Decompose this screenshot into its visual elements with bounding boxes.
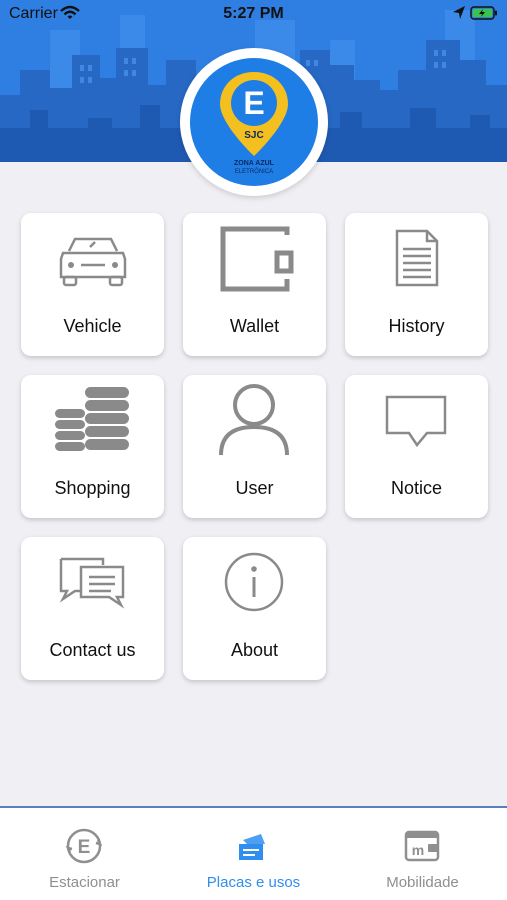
document-icon	[395, 229, 439, 287]
coins-icon	[55, 387, 129, 451]
menu-tile-shopping[interactable]: Shopping	[21, 375, 164, 518]
menu-label-vehicle: Vehicle	[63, 316, 122, 336]
wallet-icon	[220, 226, 294, 292]
logo-city: SJC	[244, 130, 263, 141]
menu-label-user: User	[235, 478, 274, 498]
menu-tile-history[interactable]: History	[345, 213, 488, 356]
menu-label-wallet: Wallet	[229, 316, 280, 336]
status-time: 5:27 PM	[223, 5, 284, 22]
menu-tile-user[interactable]: User	[183, 375, 326, 518]
tab-placas-e-usos[interactable]: Placas e usos	[169, 808, 338, 900]
logo-letter: E	[243, 85, 264, 121]
logo-line2: ELETRÔNICA	[235, 168, 273, 175]
app-logo: E SJC ZONA AZUL ELETRÔNICA	[180, 48, 328, 196]
bottom-tab-bar: E Estacionar Placas e usos m Mobilidade	[0, 806, 507, 900]
location-arrow-icon	[453, 6, 465, 19]
user-icon	[219, 384, 289, 456]
menu-tile-contact-us[interactable]: Contact us	[21, 537, 164, 680]
tab-label-estacionar: Estacionar	[49, 874, 120, 891]
tab-mobilidade[interactable]: m Mobilidade	[338, 808, 507, 900]
menu-label-history: History	[388, 316, 445, 336]
car-icon	[59, 237, 127, 287]
info-icon	[224, 552, 284, 612]
tab-label-placas-e-usos: Placas e usos	[206, 874, 301, 891]
speech-bubble-icon	[385, 395, 447, 448]
tickets-icon	[239, 834, 265, 860]
tab-estacionar[interactable]: E Estacionar	[0, 808, 169, 900]
tab-label-mobilidade: Mobilidade	[386, 874, 459, 891]
menu-label-shopping: Shopping	[54, 478, 131, 498]
battery-icon	[470, 6, 497, 20]
parking-e-icon: E	[65, 828, 103, 864]
logo-line1: ZONA AZUL	[234, 160, 275, 167]
menu-label-contact-us: Contact us	[49, 640, 136, 660]
status-bar: Carrier 5:27 PM	[0, 0, 507, 28]
menu-tile-vehicle[interactable]: Vehicle	[21, 213, 164, 356]
map-pin-icon: E SJC ZONA AZUL ELETRÔNICA	[220, 72, 288, 175]
menu-label-notice: Notice	[390, 478, 443, 498]
menu-tile-about[interactable]: About	[183, 537, 326, 680]
menu-tile-notice[interactable]: Notice	[345, 375, 488, 518]
menu-label-about: About	[230, 640, 279, 660]
mobility-card-icon: m	[404, 830, 440, 862]
chat-bubbles-icon	[59, 557, 125, 609]
logo-badge: E SJC ZONA AZUL ELETRÔNICA	[190, 58, 318, 186]
menu-tile-wallet[interactable]: Wallet	[183, 213, 326, 356]
svg-text:E: E	[78, 837, 91, 858]
svg-text:m: m	[412, 842, 424, 858]
